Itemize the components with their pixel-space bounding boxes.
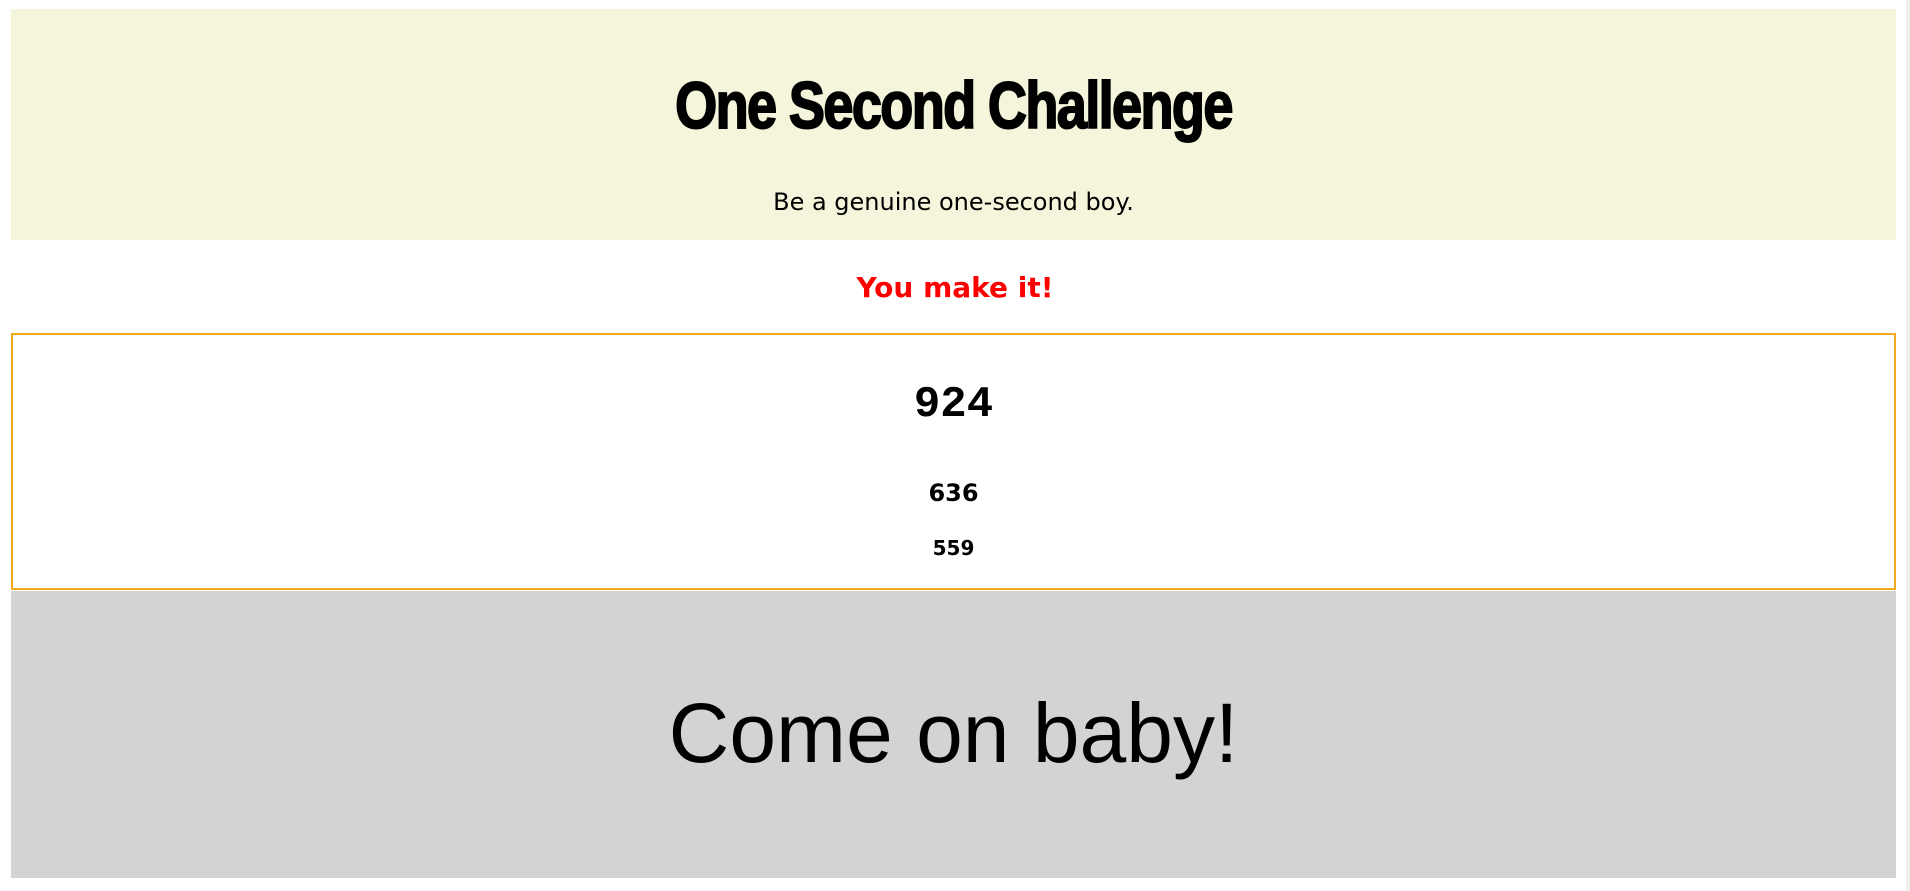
tap-area-label: Come on baby! xyxy=(668,686,1239,780)
score-panel: 924 636 559 xyxy=(11,333,1896,590)
page: One Second Challenge Be a genuine one-se… xyxy=(0,0,1910,891)
page-subtitle: Be a genuine one-second boy. xyxy=(773,188,1134,216)
page-title: One Second Challenge xyxy=(674,67,1234,143)
previous-time-1: 636 xyxy=(928,479,979,507)
page-scrollbar[interactable] xyxy=(1906,0,1910,891)
result-message: You make it! xyxy=(856,271,1054,304)
tap-area-button[interactable]: Come on baby! xyxy=(11,591,1896,878)
previous-time-2: 559 xyxy=(932,536,975,560)
header-banner: One Second Challenge Be a genuine one-se… xyxy=(11,9,1896,240)
current-time-value: 924 xyxy=(913,380,994,430)
